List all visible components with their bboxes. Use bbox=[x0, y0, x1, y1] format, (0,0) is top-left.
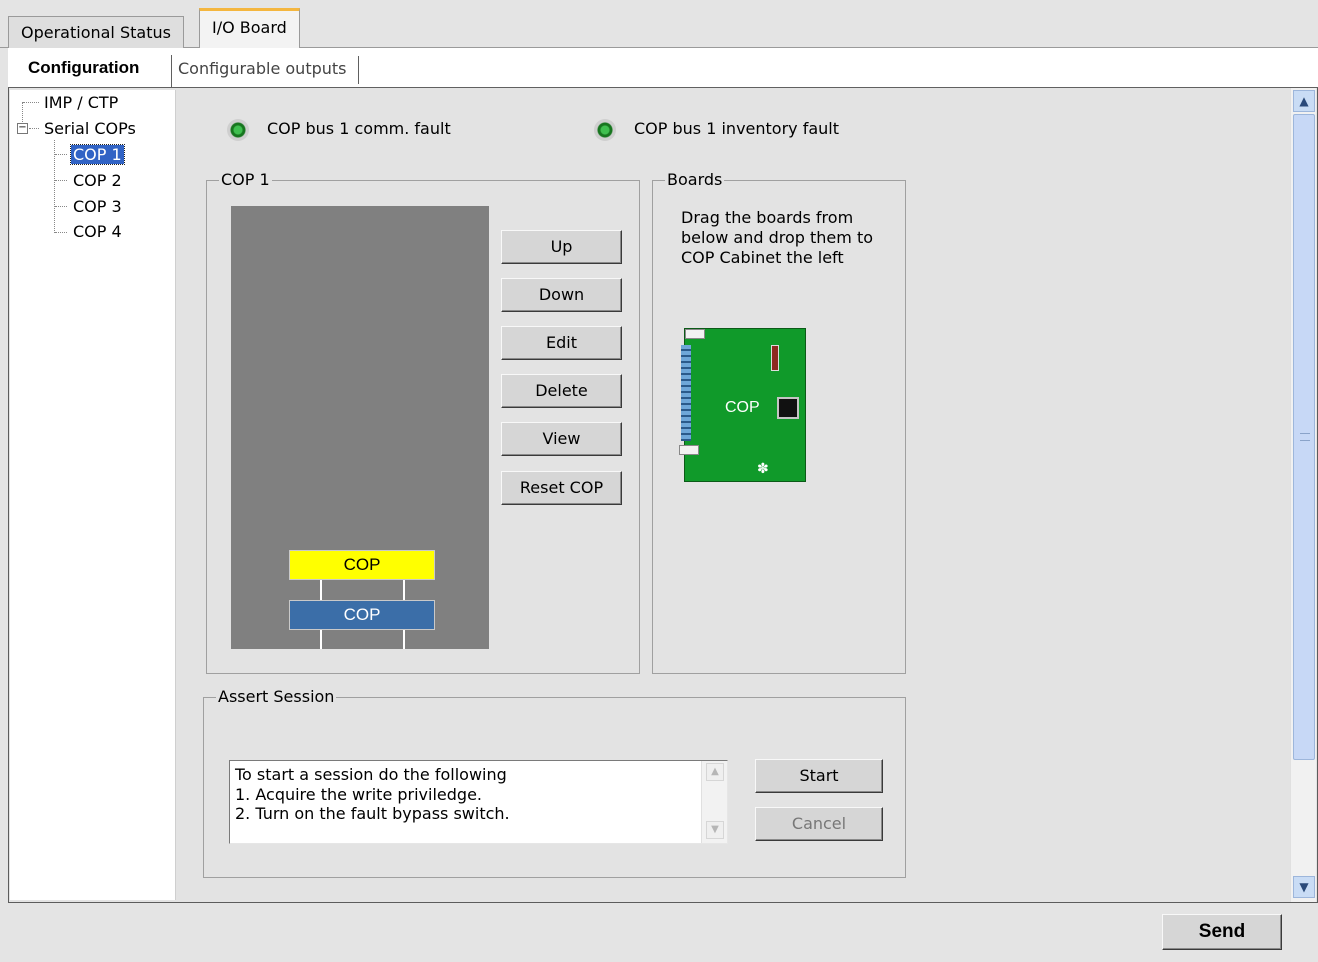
tab-configuration[interactable]: Configuration bbox=[16, 55, 172, 87]
board-dip-switch bbox=[771, 345, 779, 371]
textarea-scrollbar[interactable]: ▲ ▼ bbox=[701, 761, 727, 843]
inventory-fault-label: COP bus 1 inventory fault bbox=[634, 119, 840, 138]
board-label: COP bbox=[725, 399, 760, 416]
top-tab-strip: Operational Status I/O Board bbox=[0, 6, 1318, 49]
down-button[interactable]: Down bbox=[501, 278, 622, 312]
tree-item-label: COP 2 bbox=[73, 171, 122, 190]
scroll-down-icon[interactable]: ▼ bbox=[1293, 876, 1315, 898]
cop-slot-2[interactable]: COP bbox=[289, 600, 435, 630]
tree-item-label: COP 1 bbox=[70, 144, 125, 165]
inventory-fault-led-icon bbox=[594, 119, 616, 141]
scroll-down-icon[interactable]: ▼ bbox=[706, 821, 724, 839]
tree-item-label: COP 3 bbox=[73, 197, 122, 216]
scroll-up-icon[interactable]: ▲ bbox=[1293, 90, 1315, 112]
send-button[interactable]: Send bbox=[1162, 914, 1282, 950]
boards-instructions: Drag the boards from below and drop them… bbox=[681, 208, 873, 267]
reset-cop-button[interactable]: Reset COP bbox=[501, 471, 622, 505]
session-instructions-text: To start a session do the following 1. Ac… bbox=[235, 765, 510, 824]
board-chip bbox=[777, 397, 799, 419]
board-tab bbox=[679, 445, 699, 455]
tree-item-cop-3[interactable]: COP 3 bbox=[73, 196, 122, 218]
cancel-button[interactable]: Cancel bbox=[755, 807, 883, 841]
instruction-line: 2. Turn on the fault bypass switch. bbox=[235, 804, 510, 823]
tree-connector bbox=[55, 154, 67, 155]
tab-configurable-outputs[interactable]: Configurable outputs bbox=[178, 56, 358, 86]
boards-group-title: Boards bbox=[665, 170, 725, 190]
scroll-up-icon[interactable]: ▲ bbox=[706, 763, 724, 781]
tree-item-imp-ctp[interactable]: IMP / CTP bbox=[44, 92, 118, 114]
tree-connector bbox=[29, 128, 39, 129]
footer-bar bbox=[8, 903, 1318, 962]
tree-item-cop-2[interactable]: COP 2 bbox=[73, 170, 122, 192]
sub-tab-strip: Configuration Configurable outputs bbox=[8, 48, 1318, 88]
up-button[interactable]: Up bbox=[501, 230, 622, 264]
tab-operational-status[interactable]: Operational Status bbox=[8, 16, 184, 48]
cop-tree: IMP / CTP − Serial COPs COP 1 COP 2 COP … bbox=[10, 90, 176, 900]
tree-item-cop-4[interactable]: COP 4 bbox=[73, 221, 122, 243]
tree-connector bbox=[55, 206, 67, 207]
cop-1-group-title: COP 1 bbox=[219, 170, 272, 190]
tree-item-label: Serial COPs bbox=[44, 119, 136, 138]
board-connector-edge bbox=[681, 345, 691, 441]
tree-item-label: IMP / CTP bbox=[44, 93, 119, 112]
tree-item-cop-1[interactable]: COP 1 bbox=[70, 144, 125, 166]
comm-fault-led-icon bbox=[227, 119, 249, 141]
cop-slot-1[interactable]: COP bbox=[289, 550, 435, 580]
instruction-line: To start a session do the following bbox=[235, 765, 507, 784]
scrollbar-thumb[interactable] bbox=[1293, 114, 1315, 760]
collapse-icon[interactable]: − bbox=[17, 123, 28, 134]
cop-board-draggable[interactable]: COP ✽ bbox=[679, 328, 806, 482]
tree-connector bbox=[55, 232, 67, 233]
tree-item-serial-cops[interactable]: Serial COPs bbox=[44, 118, 136, 140]
tree-item-label: COP 4 bbox=[73, 222, 122, 241]
app-window: Operational Status I/O Board Configurati… bbox=[0, 0, 1318, 962]
cop-cabinet[interactable]: COP COP bbox=[231, 206, 489, 649]
slot-connector bbox=[403, 630, 405, 649]
main-scrollbar[interactable]: ▲ ▼ bbox=[1290, 88, 1316, 902]
slot-connector bbox=[320, 580, 322, 600]
comm-fault-label: COP bus 1 comm. fault bbox=[267, 119, 451, 138]
slot-connector bbox=[403, 580, 405, 600]
session-instructions-textarea[interactable]: To start a session do the following 1. Ac… bbox=[229, 760, 728, 844]
scrollbar-grip-icon bbox=[1300, 433, 1310, 441]
start-button[interactable]: Start bbox=[755, 759, 883, 793]
assert-session-title: Assert Session bbox=[216, 687, 337, 707]
slot-connector bbox=[320, 630, 322, 649]
tree-connector bbox=[23, 102, 39, 103]
delete-button[interactable]: Delete bbox=[501, 374, 622, 408]
view-button[interactable]: View bbox=[501, 422, 622, 456]
edit-button[interactable]: Edit bbox=[501, 326, 622, 360]
instruction-line: 1. Acquire the write priviledge. bbox=[235, 784, 482, 804]
board-tab bbox=[685, 329, 705, 339]
board-fan-icon: ✽ bbox=[757, 461, 769, 477]
tree-connector bbox=[55, 180, 67, 181]
tab-io-board[interactable]: I/O Board bbox=[199, 8, 300, 49]
